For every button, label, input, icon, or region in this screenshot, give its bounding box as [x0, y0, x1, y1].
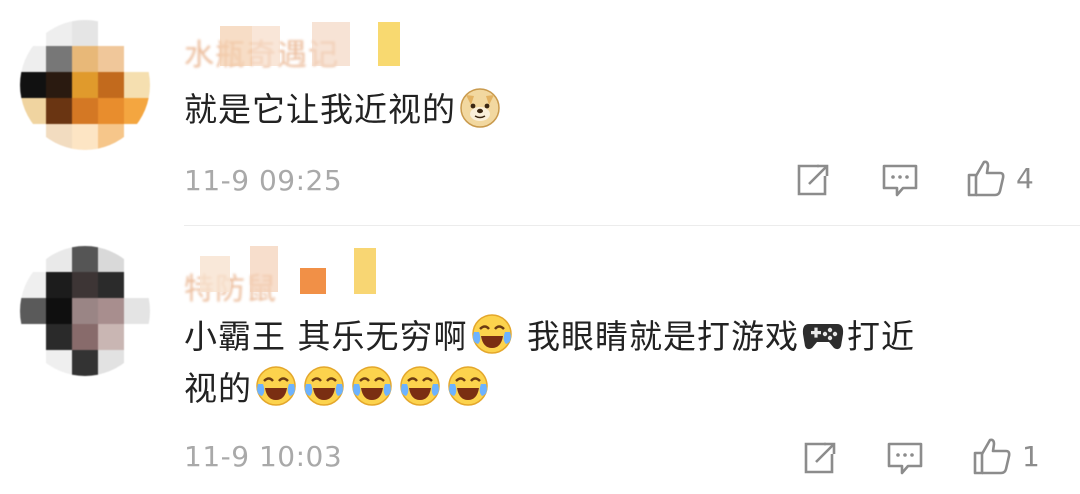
comment-button[interactable]	[881, 162, 919, 200]
username-mosaic	[252, 26, 280, 66]
like-count: 4	[1016, 161, 1034, 195]
comment-line: 小霸王 其乐无穷啊 我眼睛就是打游戏 打近	[184, 311, 1044, 363]
share-icon	[800, 440, 838, 478]
laugh-cry-emoji	[470, 312, 514, 356]
timestamp: 11-9 10:03	[184, 440, 343, 473]
doge-emoji	[458, 85, 502, 129]
comment-item: 水瓶奇遇记 就是它让我近视的 11-9 09:25 4	[0, 0, 1080, 226]
username-mosaic	[200, 256, 230, 292]
like-button[interactable]: 4	[966, 158, 1034, 198]
comment-segment: 小霸王 其乐无穷啊	[184, 317, 468, 356]
like-button[interactable]: 1	[972, 436, 1040, 476]
comment-icon	[881, 162, 919, 200]
username-mosaic	[250, 246, 278, 292]
comment-segment: 就是它让我近视的	[184, 90, 456, 129]
share-icon	[793, 162, 831, 200]
laugh-cry-emoji	[398, 364, 442, 408]
timestamp: 11-9 09:25	[184, 164, 343, 197]
like-count: 1	[1022, 439, 1040, 473]
username-mosaic	[354, 248, 376, 294]
comment-segment: 打近	[847, 317, 915, 356]
comment-icon	[886, 440, 924, 478]
laugh-cry-emoji	[254, 364, 298, 408]
share-button[interactable]	[793, 162, 831, 200]
comment-line: 就是它让我近视的	[184, 84, 504, 136]
username-mosaic	[312, 22, 350, 66]
comment-button[interactable]	[886, 440, 924, 478]
gamepad-emoji	[801, 312, 845, 356]
username-mosaic	[300, 268, 326, 294]
comment-segment: 视的	[184, 369, 252, 408]
username-mosaic	[220, 26, 252, 66]
avatar[interactable]	[20, 20, 150, 150]
laugh-cry-emoji	[350, 364, 394, 408]
username-mosaic	[378, 22, 400, 66]
laugh-cry-emoji	[446, 364, 490, 408]
comment-segment: 我眼睛就是打游戏	[515, 317, 799, 356]
comment-item: 特防鼠 小霸王 其乐无穷啊 我眼睛就是打游戏 打近 视的 11-9 10:03 1	[0, 226, 1080, 494]
comment-text: 就是它让我近视的	[184, 84, 504, 136]
comment-line: 视的	[184, 363, 1044, 415]
comment-text: 小霸王 其乐无穷啊 我眼睛就是打游戏 打近 视的	[184, 311, 1044, 415]
share-button[interactable]	[800, 440, 838, 478]
thumbs-up-icon	[972, 436, 1012, 476]
laugh-cry-emoji	[302, 364, 346, 408]
thumbs-up-icon	[966, 158, 1006, 198]
avatar[interactable]	[20, 246, 150, 376]
